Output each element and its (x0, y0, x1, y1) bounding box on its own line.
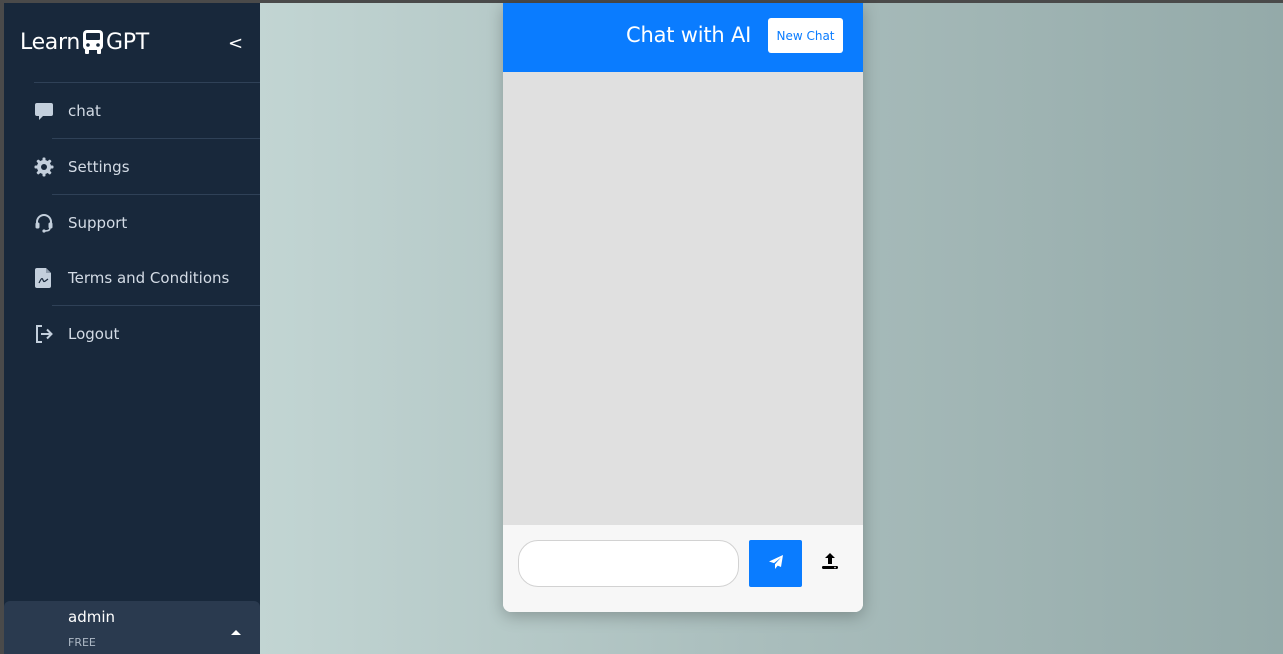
sidebar-nav: chat Settings Support Terms and Conditio… (4, 82, 260, 361)
sidebar-item-settings[interactable]: Settings (4, 139, 260, 194)
user-menu[interactable]: admin FREE (4, 601, 260, 654)
chat-bubble-icon (32, 99, 56, 123)
message-input[interactable] (518, 540, 739, 587)
chat-input-bar (503, 525, 863, 612)
paper-plane-icon (768, 554, 784, 573)
brand-prefix: Learn (20, 29, 80, 55)
caret-up-icon (230, 621, 242, 640)
send-button[interactable] (749, 540, 802, 587)
user-plan-badge: FREE (68, 636, 96, 649)
sidebar-item-label: Logout (68, 324, 120, 343)
new-chat-button[interactable]: New Chat (768, 18, 843, 53)
chat-header: Chat with AI New Chat (503, 3, 863, 72)
main-area: Chat with AI New Chat (260, 3, 1283, 654)
headset-icon (32, 211, 56, 235)
sidebar-item-support[interactable]: Support (4, 195, 260, 250)
sidebar-item-label: Support (68, 213, 128, 232)
upload-button[interactable] (816, 549, 844, 577)
sidebar-item-terms[interactable]: Terms and Conditions (4, 250, 260, 305)
sidebar-item-label: Terms and Conditions (68, 268, 230, 287)
sidebar-item-label: chat (68, 101, 101, 120)
sidebar-item-logout[interactable]: Logout (4, 306, 260, 361)
gear-icon (32, 155, 56, 179)
sidebar: Learn GPT < chat Settings Support Terms … (4, 3, 260, 654)
chat-title: Chat with AI (626, 23, 752, 47)
upload-icon (820, 551, 840, 575)
sidebar-item-chat[interactable]: chat (4, 83, 260, 138)
brand-suffix: GPT (106, 29, 149, 55)
bus-icon (81, 29, 105, 55)
chat-messages-area (503, 72, 863, 525)
brand-logo[interactable]: Learn GPT (20, 29, 149, 55)
collapse-sidebar-button[interactable]: < (228, 33, 243, 54)
document-icon (32, 266, 56, 290)
user-name: admin (68, 608, 115, 626)
logout-icon (32, 322, 56, 346)
sidebar-item-label: Settings (68, 157, 130, 176)
chat-window: Chat with AI New Chat (503, 3, 863, 612)
